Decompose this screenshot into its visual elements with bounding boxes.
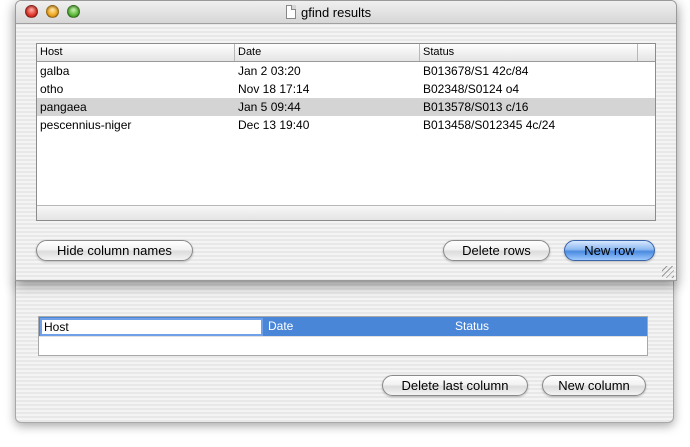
cell-status: B013678/S1 42c/84 [423, 64, 529, 78]
document-icon [286, 5, 296, 19]
column-name-host-input[interactable] [40, 318, 263, 336]
hide-column-names-button[interactable]: Hide column names [36, 240, 193, 261]
column-editor-empty-row [39, 336, 647, 357]
column-name-status[interactable]: Status [455, 317, 489, 336]
table-header: Host Date Status [37, 44, 655, 62]
cell-status: B02348/S0124 o4 [423, 82, 520, 96]
column-header-date[interactable]: Date [235, 44, 420, 61]
table-row[interactable]: galba Jan 2 03:20 B013678/S1 42c/84 [37, 62, 655, 80]
delete-last-column-button[interactable]: Delete last column [382, 375, 528, 396]
window-title: gfind results [301, 4, 372, 20]
column-name-date[interactable]: Date [268, 317, 293, 336]
cell-status: B013458/S012345 4c/24 [423, 118, 556, 132]
new-row-button[interactable]: New row [564, 240, 655, 261]
title-bar[interactable]: gfind results [16, 1, 676, 24]
cell-date: Jan 5 09:44 [238, 100, 301, 114]
table-corner [638, 44, 655, 61]
column-editor-table: Date Status [38, 316, 648, 356]
new-column-button[interactable]: New column [542, 375, 646, 396]
table-row[interactable]: pescennius-niger Dec 13 19:40 B013458/S0… [37, 116, 655, 134]
gfind-results-window: gfind results Host Date Status galba Jan… [15, 0, 677, 281]
cell-host: galba [40, 64, 70, 78]
cell-date: Dec 13 19:40 [238, 118, 310, 132]
cell-status: B013578/S013 c/16 [423, 100, 529, 114]
cell-date: Jan 2 03:20 [238, 64, 301, 78]
delete-rows-button[interactable]: Delete rows [443, 240, 550, 261]
cell-host: pescennius-niger [40, 118, 132, 132]
column-header-host[interactable]: Host [37, 44, 235, 61]
cell-host: pangaea [40, 100, 87, 114]
column-editor-header: Date Status [39, 317, 647, 336]
close-window-button[interactable] [25, 5, 38, 18]
table-row-selected[interactable]: pangaea Jan 5 09:44 B013578/S013 c/16 [37, 98, 655, 116]
window-title-group: gfind results [286, 4, 371, 20]
cell-host: otho [40, 82, 64, 96]
horizontal-scrollbar[interactable] [37, 205, 655, 220]
column-header-status[interactable]: Status [420, 44, 638, 61]
zoom-window-button[interactable] [67, 5, 80, 18]
resize-grip-icon[interactable] [662, 266, 674, 278]
cell-date: Nov 18 17:14 [238, 82, 310, 96]
window-content: Host Date Status galba Jan 2 03:20 B0136… [16, 24, 676, 280]
column-editor-sheet: Date Status Delete last column New colum… [15, 278, 674, 423]
minimize-window-button[interactable] [46, 5, 59, 18]
table-row[interactable]: otho Nov 18 17:14 B02348/S0124 o4 [37, 80, 655, 98]
results-table: Host Date Status galba Jan 2 03:20 B0136… [36, 43, 656, 221]
